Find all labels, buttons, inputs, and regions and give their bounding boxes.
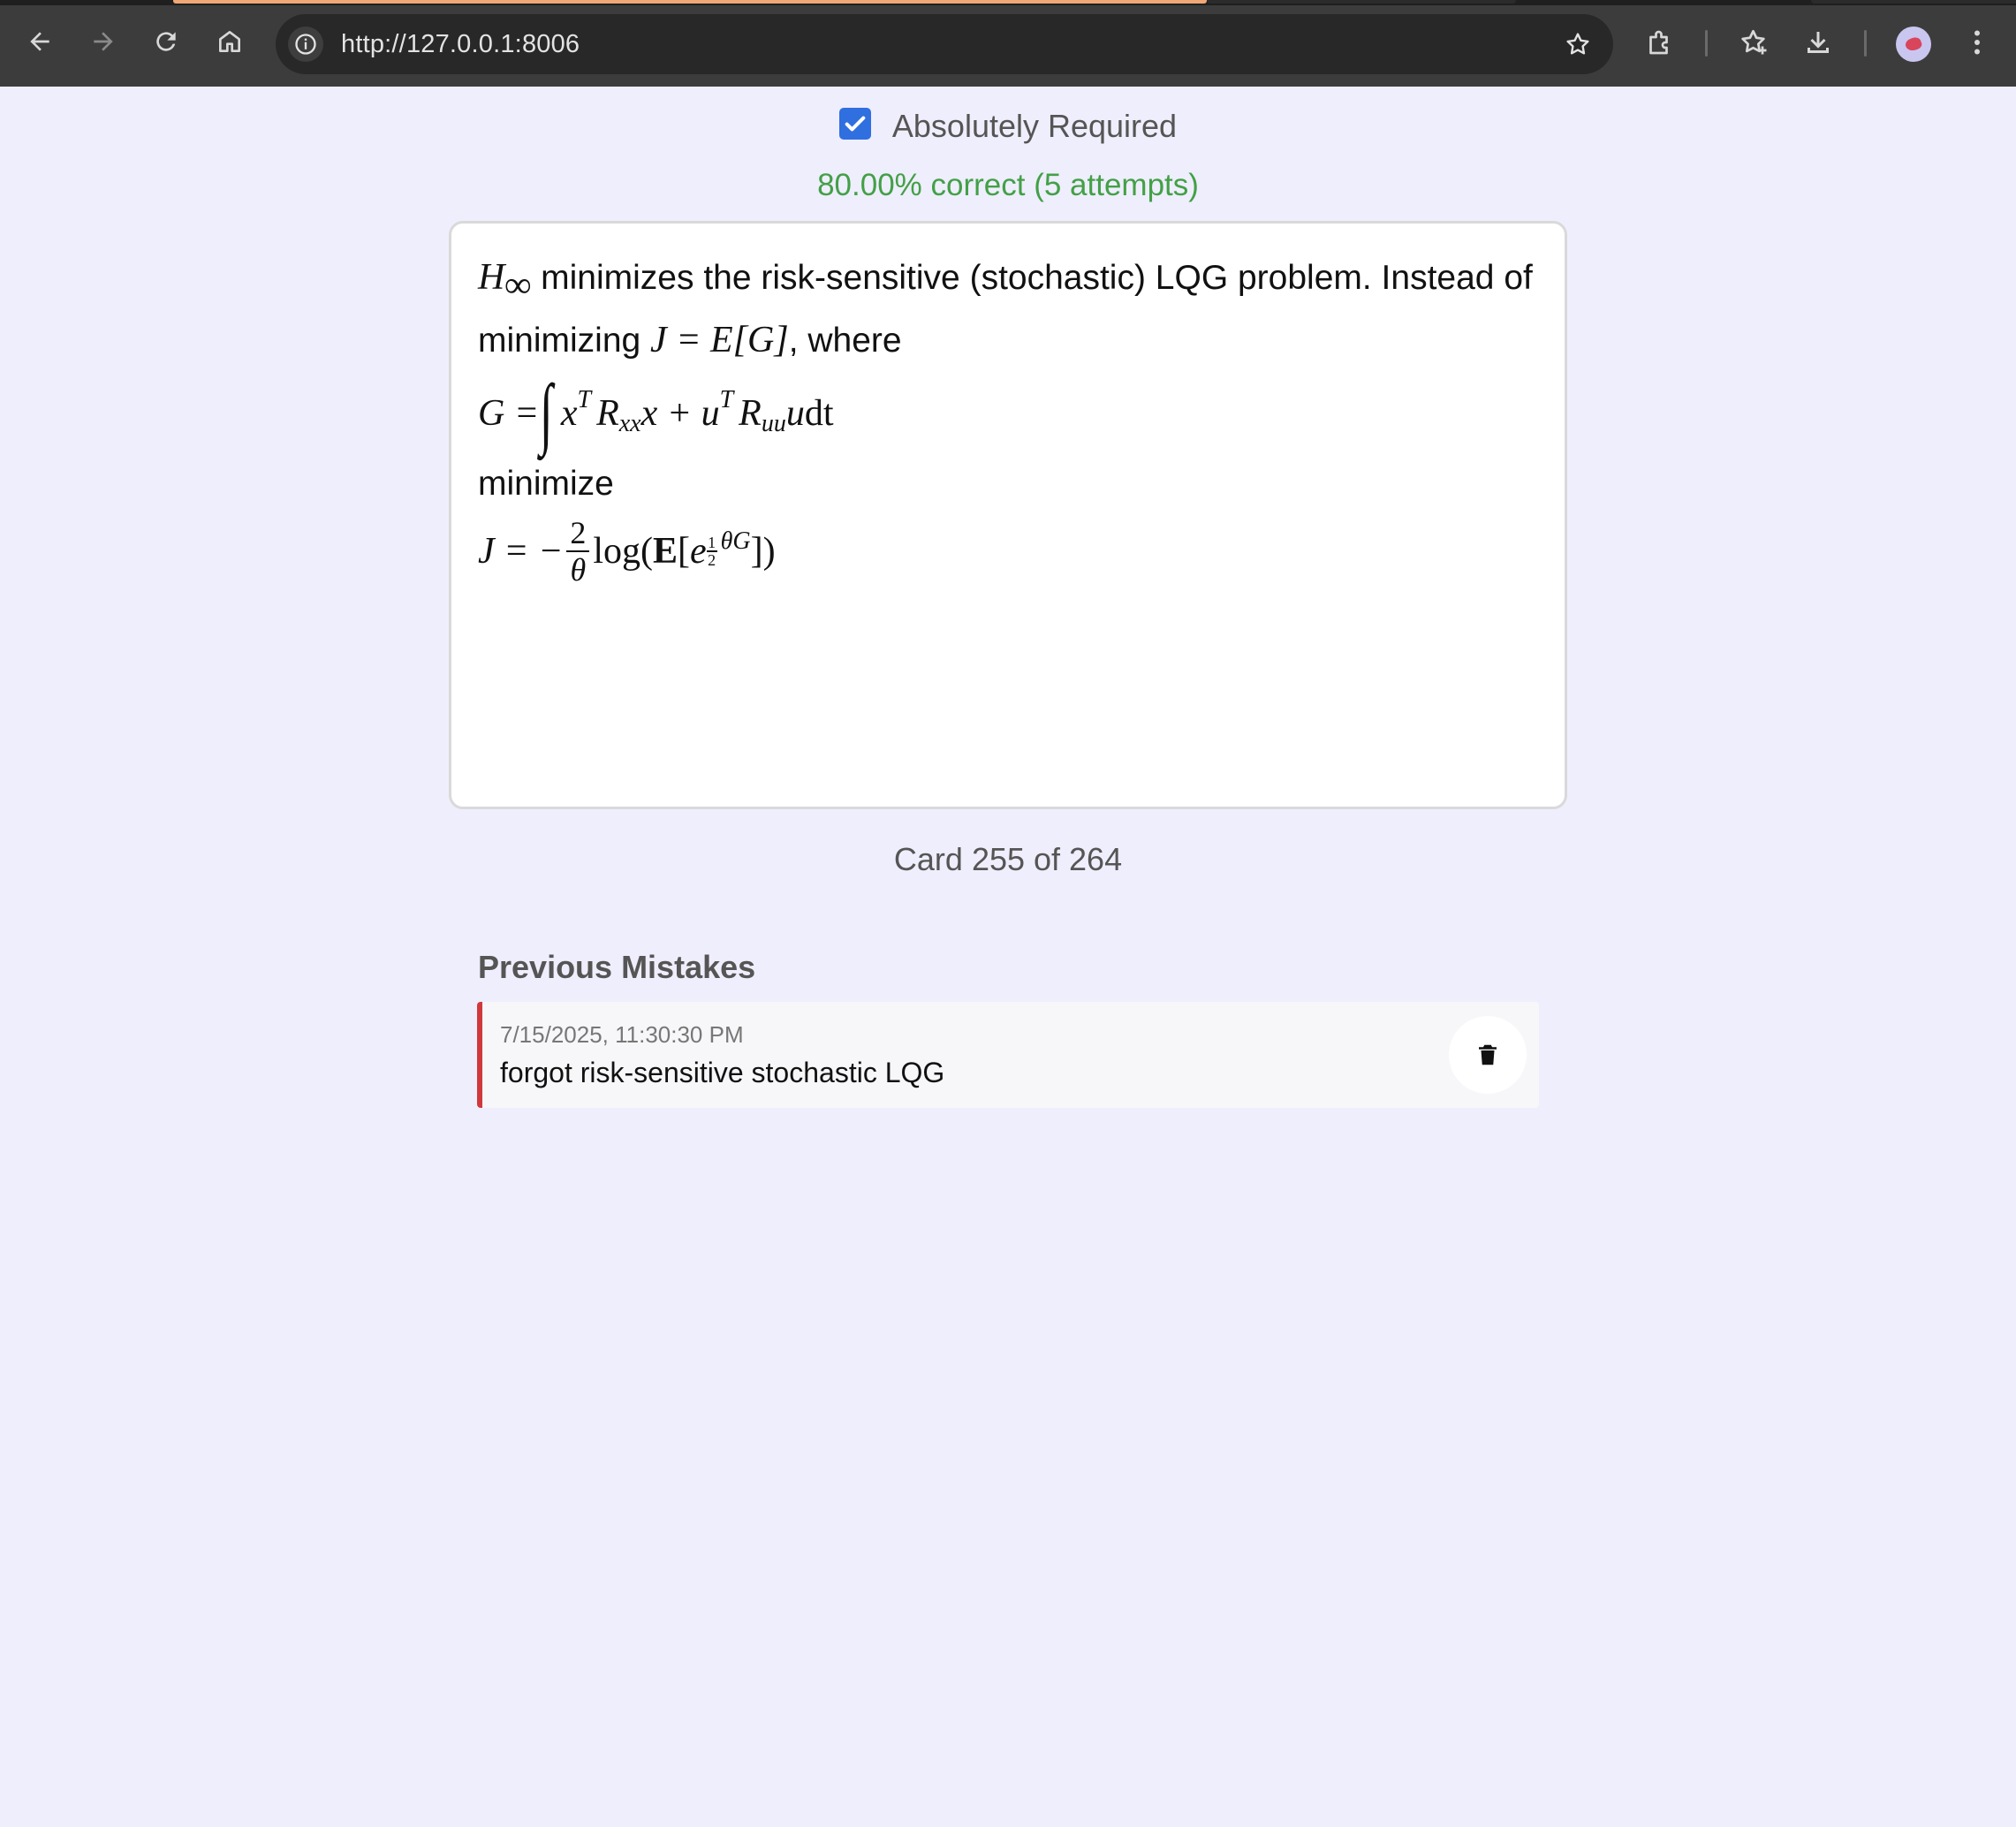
delete-mistake-button[interactable] <box>1449 1016 1527 1094</box>
eq2-close: ]) <box>750 530 776 572</box>
equation-g: G = ∫ xT Rxx x + uT Ruu u dt <box>478 368 1538 457</box>
integral-sign: ∫ <box>540 368 553 457</box>
half-fraction: 1 2 <box>706 534 717 569</box>
arrow-right-icon <box>94 32 113 51</box>
checkmark-icon <box>845 116 866 132</box>
back-button[interactable] <box>18 19 62 64</box>
home-button[interactable] <box>208 19 252 64</box>
card-intro: H∞ minimizes the risk-sensitive (stochas… <box>478 250 1538 368</box>
required-label[interactable]: Absolutely Required <box>892 108 1177 145</box>
site-info-icon[interactable] <box>288 27 323 62</box>
profile-avatar[interactable] <box>1896 27 1931 62</box>
eq1-x2: x + u <box>640 392 720 434</box>
eq1-sub2: uu <box>761 409 786 437</box>
frac-den: θ <box>570 551 587 588</box>
mistake-date: 7/15/2025, 11:30:30 PM <box>500 1021 744 1048</box>
eq1-sup2: T <box>719 385 734 413</box>
eq2-lhs: J = − <box>478 530 564 572</box>
forward-button[interactable] <box>81 19 125 64</box>
eq1-sup1: T <box>577 385 592 413</box>
mistakes-heading: Previous Mistakes <box>478 949 756 985</box>
page-load-progress <box>173 0 1207 4</box>
math-h: H <box>478 257 505 298</box>
home-icon <box>219 31 240 52</box>
toolbar-divider <box>1864 30 1867 57</box>
flashcard[interactable]: H∞ minimizes the risk-sensitive (stochas… <box>449 221 1567 809</box>
toolbar-divider <box>1705 30 1708 57</box>
card-intro-text: minimizes the risk-sensitive (stochastic… <box>478 259 1533 360</box>
tab-edge <box>1811 0 2016 4</box>
card-mid-text: minimize <box>478 464 614 503</box>
tab-edge <box>1207 0 1516 4</box>
accuracy-stats: 80.00% correct (5 attempts) <box>817 168 1199 202</box>
eq2-exponent: θG <box>720 527 751 555</box>
eq1-lhs: G = <box>478 392 540 434</box>
math-h-sub: ∞ <box>504 264 532 306</box>
bookmarks-icon[interactable] <box>1735 23 1774 62</box>
frac-num: 2 <box>570 514 587 550</box>
arrow-left-icon <box>30 32 49 51</box>
mistake-item: 7/15/2025, 11:30:30 PM forgot risk-sensi… <box>477 1002 1539 1108</box>
required-checkbox[interactable] <box>838 108 871 140</box>
avatar-image <box>1904 35 1923 53</box>
eq1-dt: dt <box>804 392 834 434</box>
math-j-def: J = E[G] <box>650 319 789 360</box>
bookmark-star-icon[interactable] <box>1562 28 1594 60</box>
eq1-u: u <box>785 392 805 434</box>
eq2-expectation: E <box>652 530 678 572</box>
eq1-x: x <box>560 392 578 434</box>
fraction-2-theta: 2 θ <box>566 514 590 588</box>
download-icon[interactable] <box>1799 23 1838 62</box>
reload-button[interactable] <box>144 19 188 64</box>
card-counter: Card 255 of 264 <box>893 841 1123 877</box>
card-intro-tail: , where <box>788 321 902 360</box>
eq2-e: e <box>690 530 707 572</box>
eq1-r: R <box>596 392 619 434</box>
reload-icon <box>156 32 176 51</box>
url-text[interactable]: http://127.0.0.1:8006 <box>341 30 580 59</box>
half-num: 1 <box>708 534 716 552</box>
trash-icon <box>1479 1044 1497 1065</box>
extensions-icon[interactable] <box>1641 23 1679 62</box>
required-toggle-row: Absolutely Required <box>0 108 2016 145</box>
eq2-log: log( <box>593 530 653 572</box>
mistake-text: forgot risk-sensitive stochastic LQG <box>500 1057 945 1088</box>
browser-toolbar: http://127.0.0.1:8006 <box>0 0 2016 87</box>
menu-kebab-icon[interactable] <box>1958 23 1997 62</box>
eq1-sub1: xx <box>618 409 641 437</box>
eq2-bracket: [ <box>678 530 690 572</box>
half-den: 2 <box>708 550 716 569</box>
address-bar[interactable]: http://127.0.0.1:8006 <box>276 14 1613 74</box>
eq1-r2: R <box>739 392 762 434</box>
equation-j: J = − 2 θ log(E[e 1 2 θG]) <box>478 515 1538 588</box>
